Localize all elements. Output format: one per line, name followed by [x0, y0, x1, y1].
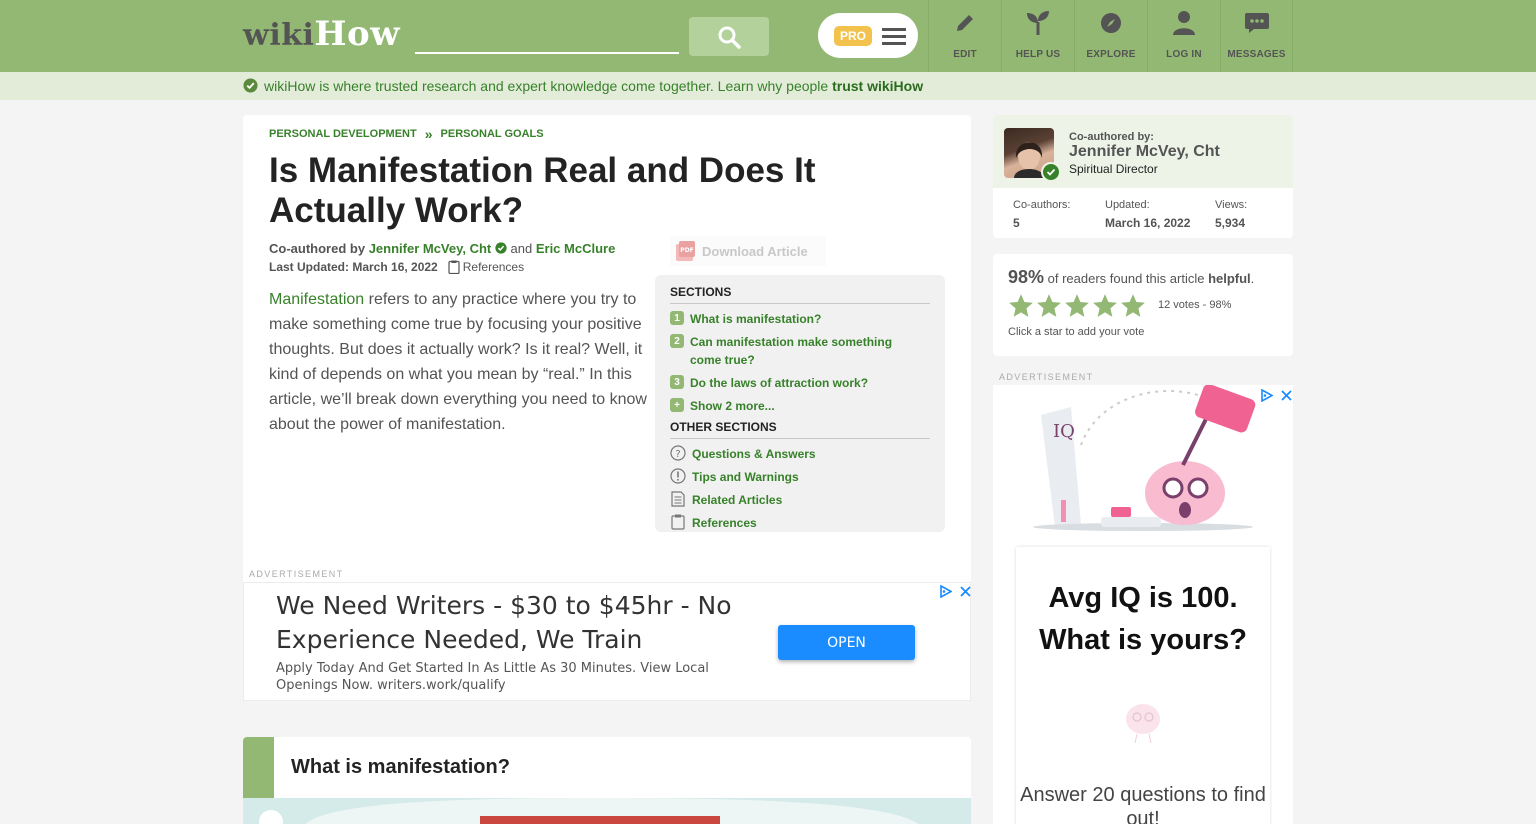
nav-explore[interactable]: EXPLORE [1074, 0, 1147, 72]
iq-label: IQ [1053, 421, 1075, 442]
intro-paragraph: Manifestation refers to any practice whe… [269, 291, 647, 433]
star-icon[interactable] [1120, 293, 1146, 319]
adchoices-icon[interactable] [940, 585, 952, 598]
user-icon [1173, 11, 1195, 35]
pro-badge: PRO [834, 25, 873, 46]
toc-item-2[interactable]: 2 Can manifestation make something come t… [670, 333, 930, 369]
nav-messages[interactable]: MESSAGES [1220, 0, 1293, 72]
ad-banner[interactable]: We Need Writers - $30 to $45hr - No Expe… [243, 582, 971, 701]
page-title: Is Manifestation Real and Does It Actual… [269, 151, 816, 230]
section-title: What is manifestation? [291, 756, 510, 778]
star-rating[interactable] [1008, 293, 1146, 319]
ad-title: Avg IQ is 100. What is yours? [1039, 582, 1247, 656]
helpfulness-rating: 98% of readers found this article helpfu… [993, 254, 1293, 356]
breadcrumb-personal-goals[interactable]: PERSONAL GOALS [441, 128, 544, 140]
sprout-icon [1027, 11, 1049, 35]
hamburger-icon [882, 27, 907, 45]
expert-badge-icon [1041, 162, 1061, 182]
site-header: wikiHow PRO EDIT HELP US EXPLORE LOG IN … [0, 0, 1536, 72]
table-of-contents: SECTIONS 1 What is manifestation? 2 Can ma… [655, 275, 945, 532]
manifestation-link[interactable]: Manifestation [269, 291, 364, 308]
stat-updated: Updated: March 16, 2022 [1105, 199, 1191, 230]
trust-wikihow-link[interactable]: trust wikiHow [832, 78, 923, 94]
toc-show-more[interactable]: + Show 2 more... [670, 397, 930, 415]
author-name[interactable]: Jennifer McVey, Cht [1069, 143, 1220, 161]
sidebar-ad[interactable]: IQ Avg IQ is 100. What is yours? Answer … [993, 385, 1293, 824]
exclamation-icon [670, 468, 686, 484]
rating-percent: 98% [1008, 267, 1045, 287]
menu-button[interactable]: PRO [818, 13, 918, 58]
section-what-is-manifestation: What is manifestation? [243, 737, 971, 824]
toc-related-articles[interactable]: Related Articles [670, 491, 930, 509]
ad-subtitle: Answer 20 questions to find out! [1020, 784, 1266, 824]
star-icon[interactable] [1092, 293, 1118, 319]
breadcrumb-personal-development[interactable]: PERSONAL DEVELOPMENT [269, 128, 417, 140]
nav-log-in[interactable]: LOG IN [1147, 0, 1220, 72]
svg-text:?: ? [675, 449, 680, 460]
ad-close-icon[interactable] [960, 586, 971, 597]
author-role: Spiritual Director [1069, 162, 1158, 176]
verified-check-icon [243, 78, 258, 93]
star-icon[interactable] [1036, 293, 1062, 319]
star-icon[interactable] [1008, 293, 1034, 319]
compass-icon [1101, 13, 1121, 33]
document-icon [671, 491, 685, 507]
brain-icon [1126, 704, 1160, 744]
toc-questions-answers[interactable]: ? Questions & Answers [670, 445, 930, 463]
expert-verified-icon [495, 242, 507, 254]
search-button[interactable] [689, 17, 769, 56]
adchoices-icon[interactable] [1261, 389, 1273, 402]
nav-help-us[interactable]: HELP US [1001, 0, 1074, 72]
download-article-button[interactable]: PDF Download Article [670, 236, 826, 266]
toc-references[interactable]: References [670, 514, 930, 532]
author-card: Co-authored by: Jennifer McVey, Cht Spir… [993, 115, 1293, 238]
toc-sections-heading: SECTIONS [670, 285, 930, 304]
section-illustration [243, 798, 971, 824]
breadcrumb-separator: » [424, 126, 433, 142]
ad-open-button[interactable]: OPEN [778, 625, 915, 660]
chat-icon [1244, 13, 1269, 33]
search-icon [718, 26, 741, 49]
byline: Co-authored by Jennifer McVey, Cht and E… [269, 241, 616, 256]
vote-count: 12 votes - 98% [1158, 299, 1232, 311]
toc-item-1[interactable]: 1 What is manifestation? [670, 310, 930, 328]
breadcrumb: PERSONAL DEVELOPMENT » PERSONAL GOALS [269, 126, 544, 142]
iq-hammer-illustration: IQ [1033, 385, 1256, 531]
toc-item-3[interactable]: 3 Do the laws of attraction work? [670, 374, 930, 392]
ad-body: Apply Today And Get Started In As Little… [276, 661, 709, 693]
illustration-preview [259, 798, 919, 824]
article-intro-card: PERSONAL DEVELOPMENT » PERSONAL GOALS Is… [243, 115, 971, 701]
section-marker [243, 737, 274, 798]
last-updated: Last Updated: March 16, 2022 References [269, 260, 525, 274]
references-link[interactable]: References [448, 260, 524, 274]
clipboard-icon [448, 260, 460, 274]
clipboard-icon [671, 514, 685, 530]
advertisement-label: ADVERTISEMENT [999, 372, 1094, 382]
pdf-icon: PDF [676, 241, 695, 261]
ad-close-icon[interactable] [1281, 390, 1292, 401]
advertisement-label: ADVERTISEMENT [249, 569, 344, 579]
ad-headline[interactable]: We Need Writers - $30 to $45hr - No Expe… [276, 589, 756, 657]
toc-tips-warnings[interactable]: Tips and Warnings [670, 468, 930, 486]
trust-text: wikiHow is where trusted research and ex… [264, 78, 829, 94]
svg-text:PDF: PDF [680, 247, 693, 254]
stat-views: Views: 5,934 [1215, 199, 1248, 230]
toc-other-heading: OTHER SECTIONS [670, 420, 930, 439]
author-link-1[interactable]: Jennifer McVey, Cht [369, 241, 492, 256]
star-icon[interactable] [1064, 293, 1090, 319]
nav-edit[interactable]: EDIT [928, 0, 1001, 72]
vote-hint: Click a star to add your vote [1008, 326, 1145, 338]
pencil-icon [957, 15, 973, 31]
top-nav: EDIT HELP US EXPLORE LOG IN MESSAGES [928, 0, 1293, 72]
wikihow-logo[interactable]: wikiHow [243, 16, 400, 54]
search-input[interactable] [415, 18, 679, 54]
ad-quiz-card[interactable]: Avg IQ is 100. What is yours? Answer 20 … [1016, 547, 1270, 824]
stat-coauthors: Co-authors: 5 [1013, 199, 1071, 230]
question-icon: ? [670, 445, 686, 461]
author-link-2[interactable]: Eric McClure [536, 241, 615, 256]
trust-banner: wikiHow is where trusted research and ex… [0, 72, 1536, 100]
